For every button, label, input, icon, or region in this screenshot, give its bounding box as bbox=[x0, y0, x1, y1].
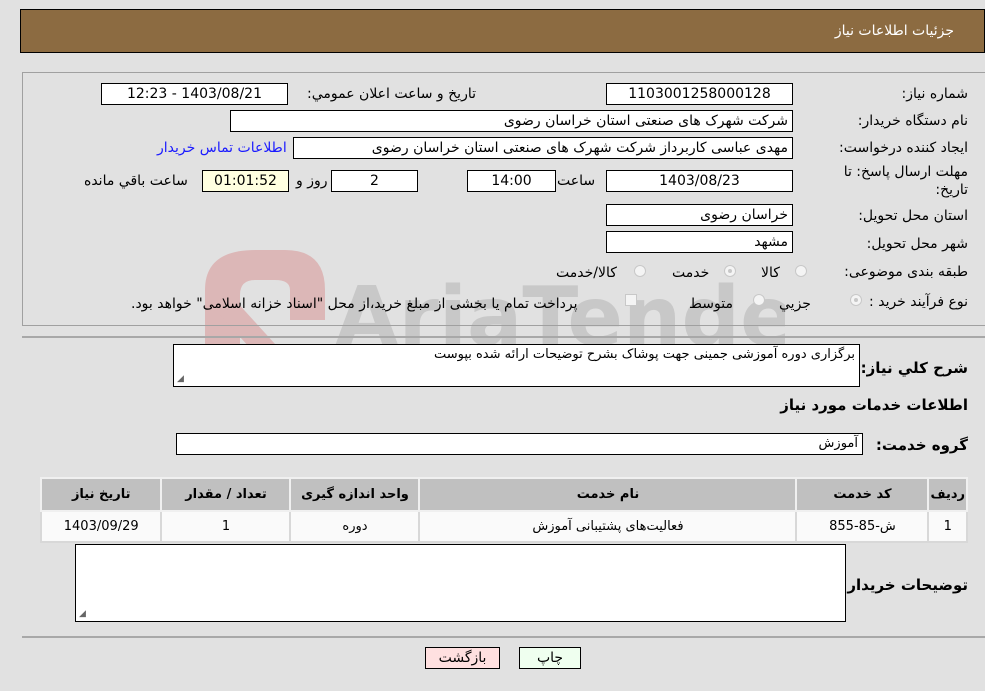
col-unit: واحد اندازه گیری bbox=[289, 477, 421, 512]
requester-field[interactable]: مهدی عباسی کاربرداز شرکت شهرک های صنعتی … bbox=[293, 137, 793, 159]
buyer-notes-textarea[interactable]: ◢ bbox=[75, 544, 846, 622]
deadline-label-line1: مهلت ارسال پاسخ: تا bbox=[843, 164, 968, 180]
service-group-label: گروه خدمت: bbox=[875, 436, 968, 454]
print-button[interactable]: چاپ bbox=[519, 647, 581, 669]
buyer-contact-link[interactable]: اطلاعات تماس خریدار bbox=[157, 140, 287, 156]
process-minor-label: جزيي bbox=[779, 296, 811, 312]
treasury-payment-checkbox[interactable] bbox=[625, 294, 637, 306]
col-row-number: ردیف bbox=[927, 477, 968, 512]
cell-row-number: 1 bbox=[927, 510, 968, 543]
delivery-city-label: شهر محل تحویل: bbox=[866, 236, 968, 252]
category-goods-radio[interactable] bbox=[795, 265, 807, 277]
description-textarea[interactable]: برگزاری دوره آموزشی جمینی جهت پوشاک بشرح… bbox=[173, 344, 860, 387]
category-service-label: خدمت bbox=[672, 265, 710, 281]
table-row: 1 ش-85-855 فعالیت‌های پشتیبانی آموزش دور… bbox=[39, 510, 968, 543]
announce-datetime-field[interactable]: 1403/08/21 - 12:23 bbox=[101, 83, 288, 105]
description-text: برگزاری دوره آموزشی جمینی جهت پوشاک بشرح… bbox=[433, 347, 855, 362]
remaining-label: ساعت باقي مانده bbox=[84, 173, 188, 189]
cell-quantity: 1 bbox=[160, 510, 292, 543]
cell-service-name: فعالیت‌های پشتیبانی آموزش bbox=[418, 510, 798, 543]
buyer-org-label: نام دستگاه خريدار: bbox=[857, 113, 968, 129]
purchase-process-label: نوع فرآیند خرید : bbox=[869, 294, 968, 310]
deadline-time-label: ساعت bbox=[557, 173, 596, 189]
page-header: جزئیات اطلاعات نیاز bbox=[20, 9, 985, 53]
days-label: روز و bbox=[296, 173, 328, 189]
divider bbox=[22, 636, 985, 638]
deadline-time-field[interactable]: 14:00 bbox=[467, 170, 556, 192]
buyer-org-field[interactable]: شرکت شهرک های صنعتی استان خراسان رضوی bbox=[230, 110, 793, 132]
description-label: شرح کلي نياز: bbox=[860, 359, 968, 377]
services-table: ردیف کد خدمت نام خدمت واحد اندازه گیری ت… bbox=[39, 477, 968, 543]
deadline-date-field[interactable]: 1403/08/23 bbox=[606, 170, 793, 192]
col-quantity: تعداد / مقدار bbox=[160, 477, 292, 512]
delivery-province-field[interactable]: خراسان رضوی bbox=[606, 204, 793, 226]
buyer-notes-label: توضیحات خریدار: bbox=[841, 576, 968, 594]
need-number-label: شماره نیاز: bbox=[901, 86, 969, 102]
category-goods-label: کالا bbox=[761, 265, 780, 281]
remaining-time-field: 01:01:52 bbox=[202, 170, 289, 192]
back-button[interactable]: بازگشت bbox=[425, 647, 500, 669]
delivery-city-field[interactable]: مشهد bbox=[606, 231, 793, 253]
cell-unit: دوره bbox=[289, 510, 421, 543]
category-goods-service-label: کالا/خدمت bbox=[556, 265, 617, 281]
remaining-days-field: 2 bbox=[331, 170, 418, 192]
need-number-field[interactable]: 1103001258000128 bbox=[606, 83, 793, 105]
divider bbox=[22, 336, 985, 338]
service-group-field[interactable]: آموزش bbox=[176, 433, 863, 455]
cell-service-code: ش-85-855 bbox=[795, 510, 930, 543]
deadline-label-line2: تاریخ: bbox=[935, 182, 968, 198]
services-section-title: اطلاعات خدمات مورد نیاز bbox=[780, 396, 968, 414]
cell-need-date: 1403/09/29 bbox=[39, 510, 163, 543]
process-minor-radio[interactable] bbox=[850, 294, 862, 306]
category-goods-service-radio[interactable] bbox=[634, 265, 646, 277]
process-medium-label: متوسط bbox=[689, 296, 733, 312]
announce-datetime-label: تاریخ و ساعت اعلان عمومي: bbox=[307, 86, 476, 102]
requester-label: ایجاد کننده درخواست: bbox=[839, 140, 968, 156]
page-title: جزئیات اطلاعات نیاز bbox=[834, 23, 954, 39]
process-medium-radio[interactable] bbox=[753, 294, 765, 306]
delivery-province-label: استان محل تحویل: bbox=[858, 208, 968, 224]
table-header-row: ردیف کد خدمت نام خدمت واحد اندازه گیری ت… bbox=[39, 477, 968, 512]
resize-grip-icon[interactable]: ◢ bbox=[79, 609, 86, 619]
resize-grip-icon[interactable]: ◢ bbox=[177, 374, 184, 384]
treasury-payment-note: پرداخت تمام یا بخشی از مبلغ خرید،از محل … bbox=[131, 296, 578, 312]
category-service-radio[interactable] bbox=[724, 265, 736, 277]
col-service-code: کد خدمت bbox=[795, 477, 930, 512]
category-label: طبقه بندی موضوعی: bbox=[844, 264, 968, 280]
col-service-name: نام خدمت bbox=[418, 477, 798, 512]
col-need-date: تاریخ نیاز bbox=[39, 477, 163, 512]
